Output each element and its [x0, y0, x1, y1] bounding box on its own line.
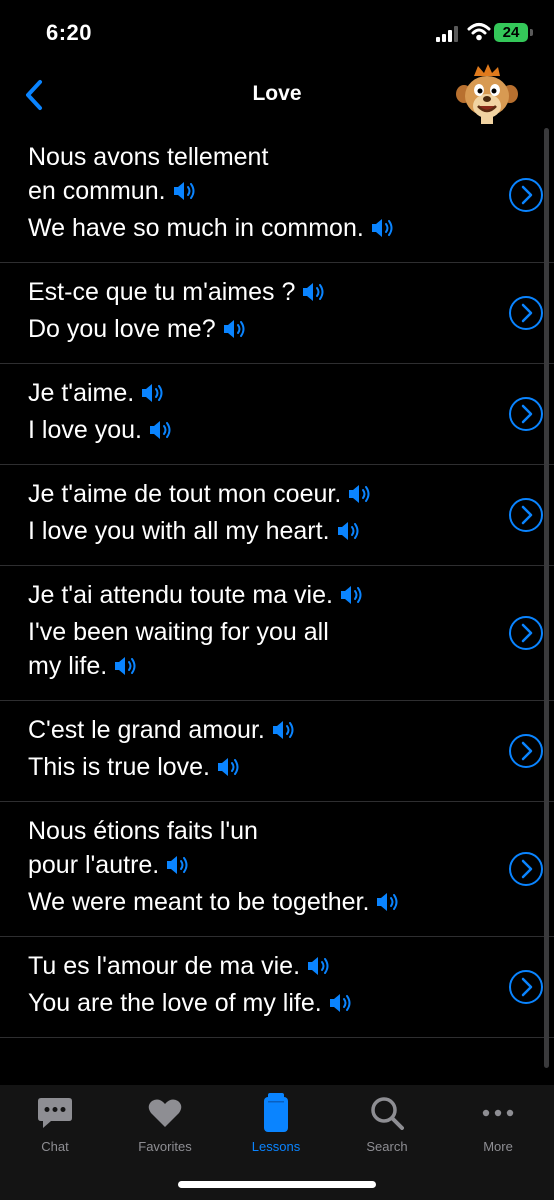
battery-level: 24 [502, 24, 520, 41]
phrase-row[interactable]: Tu es l'amour de ma vie. You are the love… [0, 937, 554, 1038]
french-phrase: C'est le grand amour. [28, 713, 484, 750]
french-phrase: Nous avons tellement [28, 140, 484, 174]
speaker-icon[interactable] [370, 214, 396, 248]
english-translation: We have so much in common. [28, 211, 484, 248]
phrase-list[interactable]: Nous avons tellement en commun. We have so… [0, 128, 554, 1085]
english-translation: Do you love me? [28, 312, 484, 349]
phrase-row[interactable]: Je t'aime. I love you. [0, 364, 554, 465]
speaker-icon[interactable] [271, 716, 297, 750]
french-phrase: en commun. [28, 174, 484, 211]
english-translation-text: I love you with all my heart. [28, 517, 330, 545]
french-phrase-text: en commun. [28, 177, 166, 205]
speaker-icon[interactable] [216, 753, 242, 787]
speaker-icon[interactable] [301, 278, 327, 312]
phrase-row[interactable]: Je t'ai attendu toute ma vie. I've been w… [0, 566, 554, 701]
speaker-icon[interactable] [148, 416, 174, 450]
tab-lessons[interactable]: Lessons [221, 1093, 331, 1163]
french-phrase: Je t'aime. [28, 376, 484, 413]
scrollbar[interactable] [544, 128, 549, 1068]
french-phrase-text: Je t'ai attendu toute ma vie. [28, 581, 333, 609]
battery-icon: 24 [494, 23, 528, 42]
french-phrase: Je t'ai attendu toute ma vie. [28, 578, 484, 615]
tab-label: Search [366, 1139, 408, 1154]
english-translation-text: We have so much in common. [28, 214, 364, 242]
english-translation-text: You are the love of my life. [28, 989, 322, 1017]
speaker-icon[interactable] [336, 517, 362, 551]
chevron-right-circle-icon[interactable] [508, 615, 544, 651]
english-translation: I love you with all my heart. [28, 514, 484, 551]
tab-search[interactable]: Search [332, 1093, 442, 1163]
english-translation-text: my life. [28, 652, 108, 680]
french-phrase: Tu es l'amour de ma vie. [28, 949, 484, 986]
english-translation-text: This is true love. [28, 753, 211, 781]
phrase-row[interactable]: Nous étions faits l'un pour l'autre. We we… [0, 802, 554, 937]
english-translation: my life. [28, 649, 484, 686]
french-phrase-text: Je t'aime. [28, 379, 135, 407]
meerkat-mascot-icon[interactable] [454, 64, 520, 124]
tab-label: More [483, 1139, 513, 1154]
chevron-right-circle-icon[interactable] [508, 497, 544, 533]
chevron-right-circle-icon[interactable] [508, 733, 544, 769]
chevron-right-circle-icon[interactable] [508, 177, 544, 213]
tab-label: Chat [41, 1139, 69, 1154]
battery-tip [530, 29, 533, 36]
chat-bubble-icon [38, 1098, 72, 1128]
speaker-icon[interactable] [165, 851, 191, 885]
tab-more[interactable]: More [443, 1093, 553, 1163]
french-phrase-text: Je t'aime de tout mon coeur. [28, 480, 342, 508]
french-phrase-text: Est-ce que tu m'aimes ? [28, 278, 296, 306]
lessons-book-icon [264, 1093, 288, 1132]
french-phrase-text: Tu es l'amour de ma vie. [28, 952, 301, 980]
speaker-icon[interactable] [375, 888, 401, 922]
french-phrase: Est-ce que tu m'aimes ? [28, 275, 484, 312]
french-phrase: pour l'autre. [28, 848, 484, 885]
search-icon [371, 1097, 404, 1130]
english-translation: I've been waiting for you all [28, 615, 484, 649]
chevron-right-circle-icon[interactable] [508, 396, 544, 432]
french-phrase-text: Nous avons tellement [28, 143, 269, 171]
english-translation-text: I've been waiting for you all [28, 618, 329, 646]
chevron-right-circle-icon[interactable] [508, 295, 544, 331]
tab-label: Lessons [251, 1139, 301, 1154]
speaker-icon[interactable] [172, 177, 198, 211]
english-translation-text: We were meant to be together. [28, 888, 370, 916]
english-translation-text: I love you. [28, 416, 142, 444]
speaker-icon[interactable] [113, 652, 139, 686]
english-translation: You are the love of my life. [28, 986, 484, 1023]
chevron-right-circle-icon[interactable] [508, 969, 544, 1005]
heart-icon [148, 1099, 182, 1127]
english-translation: I love you. [28, 413, 484, 450]
phrase-row[interactable]: Est-ce que tu m'aimes ? Do you love me? [0, 263, 554, 364]
french-phrase-text: C'est le grand amour. [28, 716, 265, 744]
more-dots-icon [482, 1109, 514, 1117]
wifi-icon [467, 23, 491, 41]
french-phrase-text: Nous étions faits l'un [28, 817, 258, 845]
english-translation: This is true love. [28, 750, 484, 787]
cellular-signal-icon [436, 26, 460, 42]
tab-label: Favorites [138, 1139, 192, 1154]
home-indicator [178, 1181, 376, 1188]
speaker-icon[interactable] [140, 379, 166, 413]
phrase-row[interactable]: Nous avons tellement en commun. We have so… [0, 128, 554, 263]
speaker-icon[interactable] [306, 952, 332, 986]
nav-bar: Love [0, 64, 554, 128]
speaker-icon[interactable] [222, 315, 248, 349]
phrase-row[interactable]: Je t'aime de tout mon coeur. I love you w… [0, 465, 554, 566]
chevron-right-circle-icon[interactable] [508, 851, 544, 887]
french-phrase: Je t'aime de tout mon coeur. [28, 477, 484, 514]
tab-favorites[interactable]: Favorites [110, 1093, 220, 1163]
phrase-row[interactable]: C'est le grand amour. This is true love. [0, 701, 554, 802]
french-phrase: Nous étions faits l'un [28, 814, 484, 848]
speaker-icon[interactable] [328, 989, 354, 1023]
status-time: 6:20 [46, 20, 93, 45]
tab-chat[interactable]: Chat [0, 1093, 110, 1163]
speaker-icon[interactable] [339, 581, 365, 615]
french-phrase-text: pour l'autre. [28, 851, 160, 879]
status-bar: 6:20 24 [0, 0, 554, 64]
english-translation: We were meant to be together. [28, 885, 484, 922]
english-translation-text: Do you love me? [28, 315, 216, 343]
speaker-icon[interactable] [347, 480, 373, 514]
